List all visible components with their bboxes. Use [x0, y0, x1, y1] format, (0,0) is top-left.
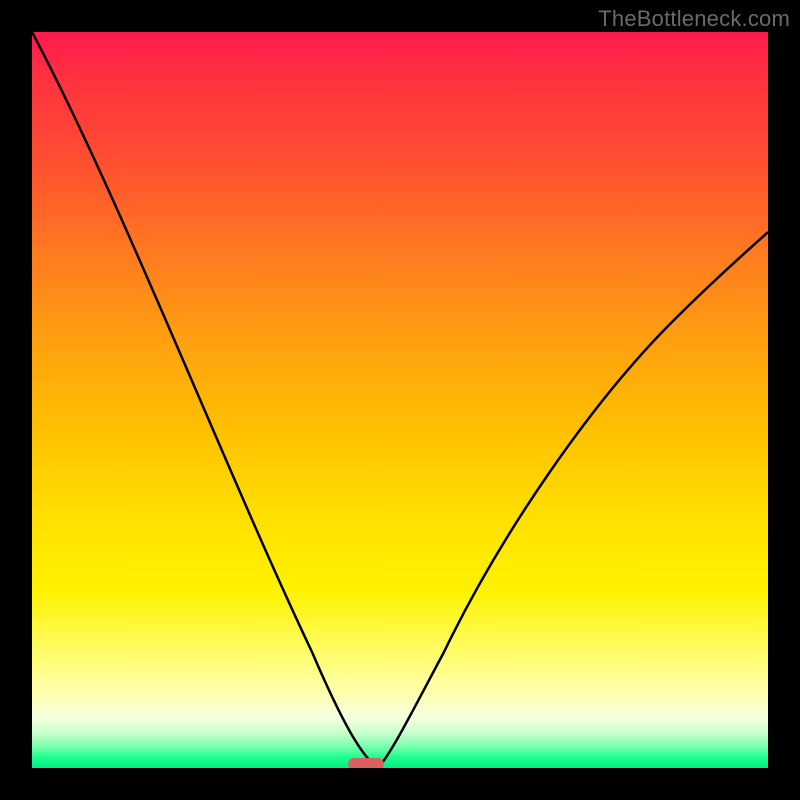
watermark-text: TheBottleneck.com: [598, 6, 790, 32]
bottleneck-curve: [32, 32, 768, 768]
curve-right-branch: [378, 232, 768, 768]
chart-frame: TheBottleneck.com: [0, 0, 800, 800]
plot-area: [32, 32, 768, 768]
bottleneck-marker: [348, 758, 384, 768]
curve-left-branch: [32, 32, 378, 768]
